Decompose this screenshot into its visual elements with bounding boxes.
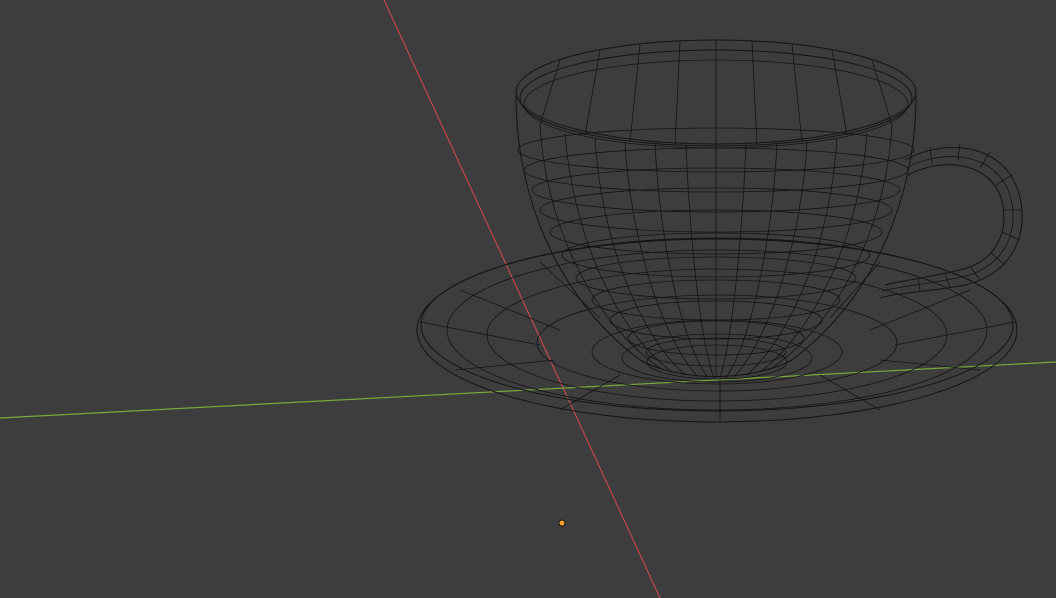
object-origin-icon[interactable] <box>558 519 566 527</box>
cup-wireframe[interactable] <box>515 39 917 379</box>
viewport-canvas[interactable] <box>0 0 1056 598</box>
3d-viewport[interactable] <box>0 0 1056 598</box>
y-axis-line <box>0 361 1056 419</box>
x-axis-line <box>383 0 661 598</box>
cup-handle-wireframe[interactable] <box>879 142 1023 299</box>
